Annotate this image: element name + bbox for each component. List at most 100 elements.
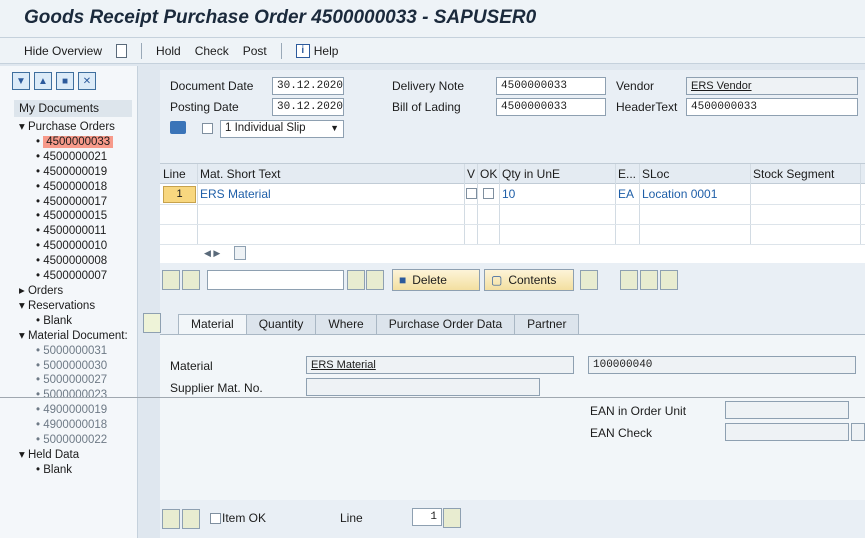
bill-of-lading-field[interactable]: 4500000033 bbox=[496, 98, 606, 116]
col-e[interactable]: E... bbox=[618, 167, 636, 181]
document-date-field[interactable]: 30.12.2020 bbox=[272, 77, 344, 95]
posting-date-label: Posting Date bbox=[170, 100, 239, 114]
previous-item-icon[interactable] bbox=[162, 509, 180, 529]
ok-checkbox[interactable] bbox=[483, 188, 494, 199]
col-stock-segment[interactable]: Stock Segment bbox=[753, 167, 834, 181]
tree-item-label: 4500000011 bbox=[43, 225, 107, 238]
next-item-icon[interactable] bbox=[182, 509, 200, 529]
tree-item-po[interactable]: • 4500000017 bbox=[14, 195, 128, 210]
row-unit[interactable]: EA bbox=[618, 187, 634, 201]
new-document-icon[interactable] bbox=[116, 43, 128, 58]
tree-item-po[interactable]: • 4500000007 bbox=[14, 269, 128, 284]
tree-item-po[interactable]: • 4500000033 bbox=[14, 135, 128, 150]
tree-item-label: 5000000027 bbox=[43, 374, 108, 387]
row-line-button[interactable]: 1 bbox=[163, 186, 196, 203]
trash-icon[interactable]: ■ bbox=[56, 72, 74, 90]
tab-material[interactable]: Material bbox=[178, 314, 247, 334]
print-checkbox[interactable] bbox=[202, 123, 213, 134]
details-icon[interactable] bbox=[660, 270, 678, 290]
tree-item-blank[interactable]: • Blank bbox=[14, 463, 128, 478]
tab-where[interactable]: Where bbox=[315, 314, 377, 334]
tree-node-orders[interactable]: ▸ Orders bbox=[14, 284, 128, 299]
scroll-left-icon[interactable]: ◀ ▶ bbox=[204, 248, 220, 259]
contents-button[interactable]: ▢ Contents bbox=[484, 269, 574, 291]
posting-date-field[interactable]: 30.12.2020 bbox=[272, 98, 344, 116]
tree-item-label: 4500000019 bbox=[43, 165, 108, 178]
tree-item-md[interactable]: • 5000000030 bbox=[14, 359, 128, 374]
delete-button[interactable]: ■ Delete bbox=[392, 269, 480, 291]
scroll-handle[interactable] bbox=[234, 246, 246, 260]
post-button[interactable]: Post bbox=[243, 44, 267, 58]
col-qty[interactable]: Qty in UnE bbox=[502, 167, 560, 181]
ean-check-extra-field[interactable] bbox=[851, 423, 865, 441]
ean-check-field[interactable] bbox=[725, 423, 849, 441]
find-next-icon[interactable] bbox=[366, 270, 384, 290]
filter-icon[interactable] bbox=[182, 270, 200, 290]
tree-item-po[interactable]: • 4500000010 bbox=[14, 239, 128, 254]
tree-node-material-documents[interactable]: ▾ Material Document: bbox=[14, 329, 128, 344]
header-text-label: HeaderText bbox=[616, 100, 678, 114]
tree-item-po[interactable]: • 4500000021 bbox=[14, 150, 128, 165]
help-label: Help bbox=[313, 43, 339, 58]
col-ok[interactable]: OK bbox=[480, 167, 497, 181]
row-qty[interactable]: 10 bbox=[502, 187, 515, 201]
hold-button[interactable]: Hold bbox=[156, 44, 181, 58]
tree-item-md[interactable]: • 5000000031 bbox=[14, 344, 128, 359]
supplier-mat-field[interactable] bbox=[306, 378, 540, 396]
material-field[interactable]: ERS Material bbox=[306, 356, 574, 374]
hide-overview-button[interactable]: Hide Overview bbox=[24, 44, 102, 58]
vendor-field[interactable]: ERS Vendor bbox=[686, 77, 858, 95]
detail-toggle-icon[interactable] bbox=[143, 313, 161, 333]
delivery-note-label: Delivery Note bbox=[392, 79, 465, 93]
header-text-field[interactable]: 4500000033 bbox=[686, 98, 858, 116]
close-icon[interactable]: ✕ bbox=[78, 72, 96, 90]
tree-item-po[interactable]: • 4500000011 bbox=[14, 224, 128, 239]
tree-item-po[interactable]: • 4500000019 bbox=[14, 165, 128, 180]
tab-purchase-order-data[interactable]: Purchase Order Data bbox=[375, 314, 516, 334]
tree-item-md[interactable]: • 4900000019 bbox=[14, 403, 128, 418]
bill-of-lading-label: Bill of Lading bbox=[392, 100, 461, 114]
row-material[interactable]: ERS Material bbox=[200, 187, 271, 201]
tree-node-reservations[interactable]: ▾ Reservations bbox=[14, 299, 128, 314]
tree-item-label: Blank bbox=[43, 314, 73, 327]
check-button[interactable]: Check bbox=[195, 44, 229, 58]
col-sloc[interactable]: SLoc bbox=[642, 167, 669, 181]
tree-node-label: Orders bbox=[27, 284, 64, 297]
line-label: Line bbox=[340, 511, 363, 525]
go-to-line-icon[interactable] bbox=[443, 508, 461, 528]
item-ok-checkbox[interactable] bbox=[210, 513, 221, 524]
find-icon[interactable] bbox=[347, 270, 365, 290]
delivery-note-field[interactable]: 4500000033 bbox=[496, 77, 606, 95]
v-checkbox[interactable] bbox=[466, 188, 477, 199]
tab-quantity[interactable]: Quantity bbox=[245, 314, 317, 334]
help-button[interactable]: i Help bbox=[295, 43, 339, 58]
tree-item-md[interactable]: • 5000000023 bbox=[14, 388, 128, 403]
settings-icon[interactable] bbox=[640, 270, 658, 290]
document-tree: ▾ Purchase Orders • 4500000033 • 4500000… bbox=[14, 120, 128, 478]
col-line[interactable]: Line bbox=[163, 167, 186, 181]
tree-item-po[interactable]: • 4500000008 bbox=[14, 254, 128, 269]
tab-partner[interactable]: Partner bbox=[514, 314, 580, 334]
tree-item-po[interactable]: • 4500000018 bbox=[14, 180, 128, 195]
tree-node-held-data[interactable]: ▾ Held Data bbox=[14, 448, 128, 463]
expand-icon[interactable]: ▼ bbox=[12, 72, 30, 90]
col-v[interactable]: V bbox=[467, 167, 475, 181]
collapse-icon[interactable]: ▲ bbox=[34, 72, 52, 90]
tree-item-md[interactable]: • 5000000022 bbox=[14, 433, 128, 448]
select-all-icon[interactable] bbox=[162, 270, 180, 290]
printer-icon[interactable] bbox=[170, 121, 186, 134]
expand-items-icon[interactable] bbox=[580, 270, 598, 290]
copy-icon[interactable] bbox=[620, 270, 638, 290]
item-search-input[interactable] bbox=[207, 270, 344, 290]
tree-item-blank[interactable]: • Blank bbox=[14, 314, 128, 329]
ean-order-unit-field[interactable] bbox=[725, 401, 849, 419]
slip-type-select[interactable]: 1 Individual Slip ▼ bbox=[220, 120, 344, 138]
tree-item-md[interactable]: • 5000000027 bbox=[14, 373, 128, 388]
col-mat-short-text[interactable]: Mat. Short Text bbox=[200, 167, 280, 181]
tree-item-md[interactable]: • 4900000018 bbox=[14, 418, 128, 433]
material-number-field[interactable]: 100000040 bbox=[588, 356, 856, 374]
tree-item-po[interactable]: • 4500000015 bbox=[14, 209, 128, 224]
row-sloc[interactable]: Location 0001 bbox=[642, 187, 717, 201]
line-number-field[interactable]: 1 bbox=[412, 508, 442, 526]
tree-node-purchase-orders[interactable]: ▾ Purchase Orders bbox=[14, 120, 128, 135]
